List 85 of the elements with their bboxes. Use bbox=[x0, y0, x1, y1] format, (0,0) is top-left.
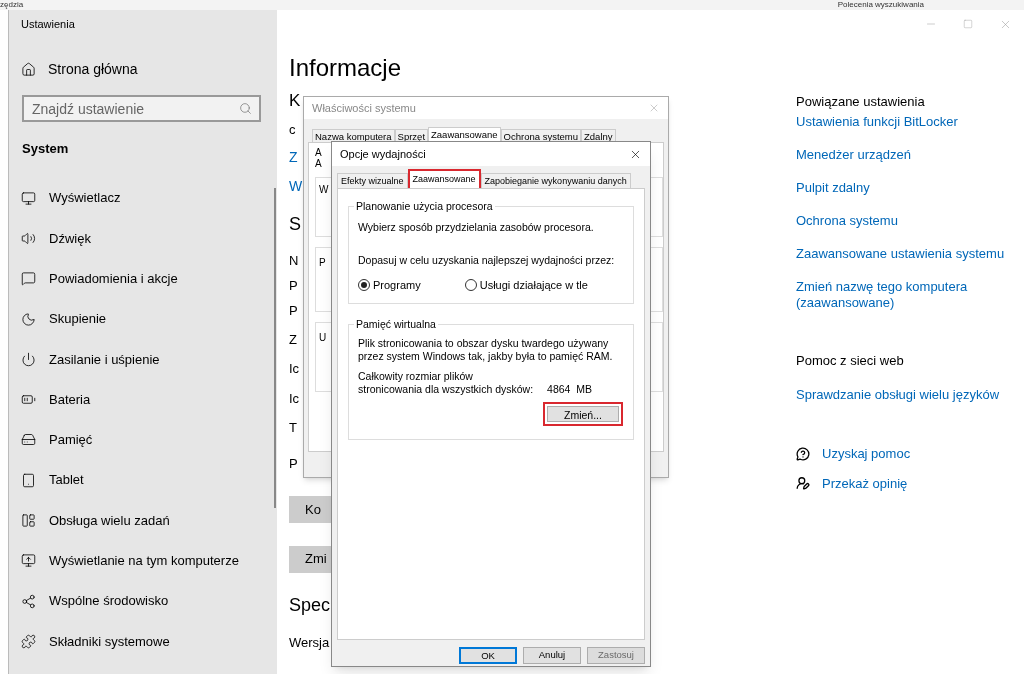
dialog-button[interactable]: OK bbox=[459, 647, 517, 664]
change-button[interactable]: Zmień... bbox=[543, 402, 623, 426]
info-text: Z bbox=[289, 330, 297, 349]
sidebar-item[interactable]: Powiadomienia i akcje bbox=[9, 258, 277, 299]
sidebar-item[interactable]: Składniki systemowe bbox=[9, 621, 277, 662]
dialog-button: Zastosuj bbox=[587, 647, 645, 664]
sidebar-item[interactable]: Skupienie bbox=[9, 298, 277, 340]
settings-link[interactable]: W bbox=[289, 176, 303, 197]
info-text: P bbox=[289, 276, 298, 295]
home-link[interactable]: Strona główna bbox=[48, 58, 138, 80]
processor-prompt: Dopasuj w celu uzyskania najlepszej wydajności przez: bbox=[358, 252, 616, 268]
section-subheading: K bbox=[289, 90, 301, 113]
power-icon bbox=[21, 351, 36, 367]
size-label: Całkowity rozmiar plików bbox=[358, 370, 474, 383]
radio-label: Programy bbox=[373, 277, 421, 293]
dialog-tab[interactable]: Zapobieganie wykonywaniu danych bbox=[480, 173, 631, 188]
puzzle-icon bbox=[21, 633, 36, 649]
sidebar-item[interactable]: Bateria bbox=[9, 379, 277, 420]
toolbar-text: Polecenia wyszukiwania bbox=[837, 0, 924, 10]
related-link[interactable]: Ochrona systemu bbox=[796, 213, 1011, 229]
radio-label: Usługi działające w tle bbox=[479, 277, 588, 293]
dialog-title: Opcje wydajności bbox=[340, 146, 426, 162]
radio-button[interactable] bbox=[464, 278, 477, 291]
speaker-icon bbox=[21, 230, 36, 246]
drive-icon bbox=[21, 432, 36, 448]
sidebar-item[interactable]: Wyświetlacz bbox=[9, 178, 277, 219]
sidebar-item[interactable]: Tablet bbox=[9, 460, 277, 501]
feedback-icon bbox=[796, 476, 810, 491]
help-icon bbox=[796, 446, 810, 461]
share-icon bbox=[21, 593, 36, 609]
web-help-title: Pomoc z sieci web bbox=[796, 352, 905, 370]
sidebar-item[interactable]: Pamięć bbox=[9, 419, 277, 461]
size-label: stronicowania dla wszystkich dysków: bbox=[358, 383, 534, 396]
dialog-text: A bbox=[315, 147, 322, 158]
sidebar-item[interactable]: Wspólne środowisko bbox=[9, 580, 277, 622]
message-icon bbox=[21, 271, 36, 287]
dialog-tab[interactable]: Efekty wizualne bbox=[337, 173, 408, 188]
section-title: System bbox=[22, 140, 69, 159]
help-link[interactable]: Uzyskaj pomoc bbox=[822, 444, 911, 464]
monitor-icon bbox=[21, 190, 36, 206]
dialog-title: Właściwości systemu bbox=[312, 100, 416, 116]
size-value: 4864 MB bbox=[547, 383, 593, 396]
group-title: P bbox=[319, 257, 326, 268]
dialog-tab[interactable]: Zaawansowane bbox=[407, 169, 481, 188]
group-title: Planowanie użycia procesora bbox=[354, 200, 495, 212]
info-text: Ic bbox=[289, 389, 300, 408]
dialog-button[interactable]: Anuluj bbox=[523, 647, 581, 664]
related-title: Powiązane ustawienia bbox=[796, 93, 926, 111]
dialog-text: A bbox=[315, 158, 322, 169]
related-link[interactable]: Menedżer urządzeń bbox=[796, 147, 1011, 163]
sidebar-item[interactable]: Wyświetlanie na tym komputerze bbox=[9, 540, 277, 581]
search-field[interactable]: Znajdź ustawienie bbox=[22, 95, 261, 122]
section-heading: S bbox=[289, 213, 301, 236]
help-link[interactable]: Przekaż opinię bbox=[822, 473, 908, 493]
group-title: U bbox=[319, 332, 327, 343]
info-text: c bbox=[289, 121, 296, 140]
settings-link[interactable]: Z bbox=[289, 146, 298, 168]
group-title: W bbox=[319, 184, 329, 195]
info-text: P bbox=[289, 454, 298, 473]
info-text: Wersja bbox=[289, 634, 330, 653]
search-icon bbox=[239, 102, 252, 115]
info-text: P bbox=[289, 301, 298, 320]
group-title: Pamięć wirtualna bbox=[354, 318, 438, 330]
screen-icon bbox=[21, 553, 36, 569]
info-text: N bbox=[289, 251, 299, 270]
web-help-link[interactable]: Sprawdzanie obsługi wielu języków bbox=[796, 384, 1024, 404]
sidebar-item[interactable]: Dźwięk bbox=[9, 218, 277, 259]
page-title: Informacje bbox=[289, 53, 402, 83]
related-link[interactable]: Zmień nazwę tego komputera (zaawansowane) bbox=[796, 279, 1011, 311]
related-link[interactable]: Zaawansowane ustawienia systemu bbox=[796, 246, 1011, 262]
section-heading: Spec bbox=[289, 593, 331, 617]
tablet-icon bbox=[21, 472, 36, 488]
toolbar-text: zędzia bbox=[0, 0, 24, 10]
processor-description: Wybierz sposób przydzielania zasobów procesora. bbox=[358, 220, 595, 235]
sidebar-item[interactable]: Obsługa wielu zadań bbox=[9, 500, 277, 541]
moon-icon bbox=[21, 311, 36, 327]
info-text: T bbox=[289, 418, 297, 437]
sidebar-item[interactable]: Zasilanie i uśpienie bbox=[9, 339, 277, 380]
radio-button[interactable] bbox=[358, 278, 370, 291]
info-text: Ic bbox=[289, 360, 300, 379]
related-link[interactable]: Ustawienia funkcji BitLocker bbox=[796, 114, 1011, 130]
related-link[interactable]: Pulpit zdalny bbox=[796, 180, 1011, 196]
memory-description: Plik stronicowania to obszar dysku twardego używany przez system Windows tak, jakby była to pamięć RAM. bbox=[358, 337, 614, 363]
window-title: Ustawienia bbox=[21, 16, 75, 32]
home-icon[interactable] bbox=[21, 61, 36, 77]
